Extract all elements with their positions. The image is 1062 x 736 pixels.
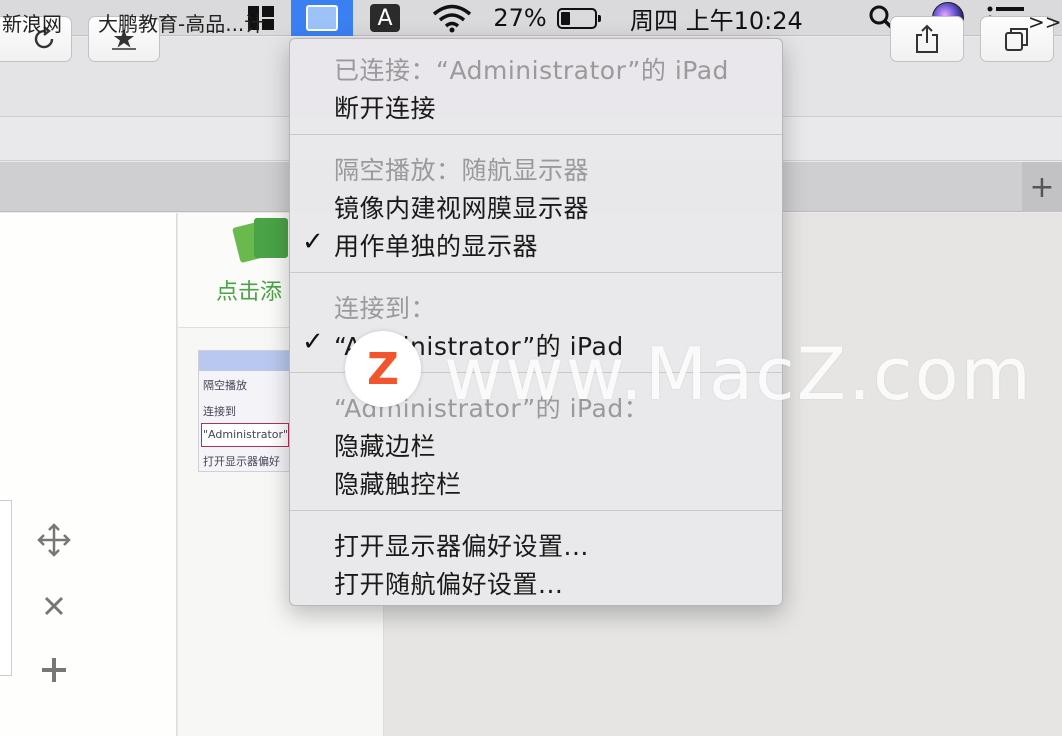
menu-item-hide-sidebar[interactable]: 隐藏边栏	[334, 427, 436, 463]
checkmark-icon: ✓	[302, 227, 324, 257]
watermark-text: www.MacZ.com	[444, 332, 1033, 416]
add-label: 点击添	[216, 280, 283, 305]
left-inner-box	[0, 500, 12, 676]
wifi-icon[interactable]	[430, 0, 474, 36]
menu-item-mirror-display[interactable]: 镜像内建视网膜显示器	[334, 189, 589, 225]
battery-icon[interactable]	[552, 0, 602, 36]
plus-icon: +	[1029, 169, 1055, 205]
thumb-line: "Administrator"	[203, 428, 289, 441]
sidecar-display-icon[interactable]	[291, 0, 353, 36]
menu-item-separate-display[interactable]: 用作单独的显示器	[334, 227, 538, 263]
add-photo-icon	[232, 216, 290, 264]
share-button[interactable]	[890, 16, 964, 62]
checkmark-icon: ✓	[302, 327, 324, 357]
sidecar-menu: 已连接：“Administrator”的 iPad 断开连接 隔空播放：随航显示…	[289, 38, 783, 606]
tabs-icon	[1005, 28, 1028, 51]
menu-item-hide-touchbar[interactable]: 隐藏触控栏	[334, 465, 462, 501]
close-icon[interactable]	[36, 588, 72, 624]
move-icon[interactable]	[36, 522, 72, 558]
menu-item-open-sidecar-prefs[interactable]: 打开随航偏好设置...	[334, 565, 563, 601]
share-icon	[916, 24, 938, 53]
menu-separator	[290, 272, 782, 273]
thumb-line: 隔空播放	[203, 379, 247, 392]
screenshot-thumbnail[interactable]: 隔空播放 连接到 "Administrator" 打开显示器偏好	[198, 350, 290, 472]
bookmarks-overflow-button[interactable]: >>	[1028, 0, 1062, 44]
bookmark-dapeng[interactable]: 大鹏教育-高品...计	[98, 0, 288, 44]
bookmark-sina[interactable]: 新浪网	[2, 0, 62, 44]
left-panel	[0, 213, 177, 736]
menu-separator	[290, 134, 782, 135]
new-tab-button[interactable]: +	[1022, 162, 1062, 212]
input-source-icon[interactable]: A	[368, 0, 402, 36]
menu-item-open-display-prefs[interactable]: 打开显示器偏好设置...	[334, 527, 589, 563]
watermark-logo: Z	[345, 331, 421, 407]
clock[interactable]: 周四 上午10:24	[630, 0, 830, 36]
add-icon[interactable]	[36, 652, 72, 688]
battery-percent: 27%	[493, 4, 547, 32]
menu-header-airplay: 隔空播放：随航显示器	[334, 156, 590, 185]
menu-header-connected: 已连接：“Administrator”的 iPad	[334, 56, 729, 85]
thumb-line: 连接到	[203, 405, 236, 418]
menu-header-connect-to: 连接到：	[334, 294, 437, 323]
menu-separator	[290, 510, 782, 511]
menu-item-disconnect[interactable]: 断开连接	[334, 89, 436, 125]
thumb-line: 打开显示器偏好	[203, 455, 280, 468]
